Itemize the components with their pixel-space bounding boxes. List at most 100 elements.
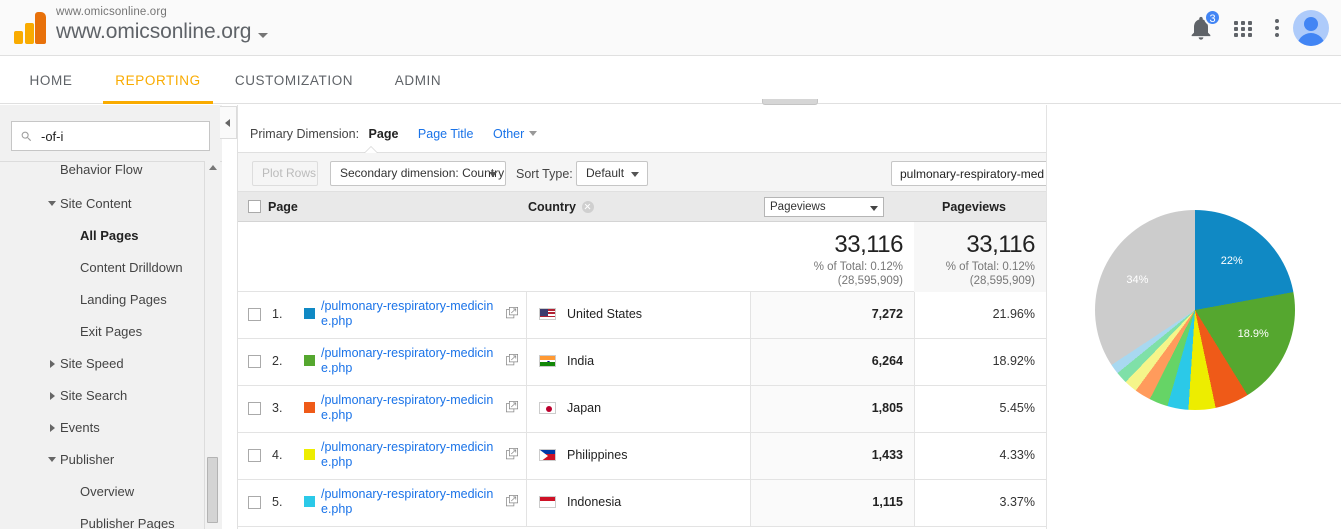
sidebar-item-site-speed[interactable]: Site Speed [0,348,200,380]
apps-grid-icon[interactable] [1229,14,1257,42]
sidebar-search-input[interactable] [39,122,204,150]
sidebar-scrollbar-thumb[interactable] [207,457,218,523]
totals-pageviews-value: 33,116 [834,231,903,258]
sidebar-menu: Behavior Flow Site Content All Pages Con… [0,161,222,529]
contribution-cell: 21.96% [914,292,1046,338]
tab-home[interactable]: HOME [26,56,76,104]
pageviews-cell: 1,115 [750,480,914,526]
row-index: 4. [272,448,283,462]
user-avatar[interactable] [1293,10,1329,46]
totals-pageviews-pct: % of Total: 0.12% [813,261,903,273]
primary-dimension-page[interactable]: Page [369,127,399,141]
sidebar-item-label: Site Search [60,388,128,403]
row-checkbox[interactable] [248,402,261,415]
sort-type-label: Sort Type: [516,167,573,181]
sidebar-search-box[interactable] [11,121,210,151]
row-checkbox[interactable] [248,355,261,368]
primary-dimension-pointer [365,147,377,153]
sidebar-item-label: Content Drilldown [80,260,183,275]
sidebar-item-label: Site Content [60,196,132,211]
sidebar-collapse-button[interactable] [220,106,237,139]
column-header-page[interactable]: Page [268,200,298,214]
open-in-new-window-icon[interactable] [506,495,518,507]
sidebar-item-behavior-flow[interactable]: Behavior Flow [0,162,200,186]
account-title[interactable]: www.omicsonline.org [56,20,251,44]
google-analytics-logo-icon [14,12,48,44]
plot-rows-button[interactable]: Plot Rows [252,161,318,186]
row-checkbox[interactable] [248,449,261,462]
sort-type-value: Default [586,166,625,180]
contribution-cell: 5.45% [914,386,1046,432]
account-subtitle: www.omicsonline.org [56,6,167,18]
scroll-up-arrow-icon[interactable] [209,165,217,170]
page-url-link[interactable]: /pulmonary-respiratory-medicine.php [321,299,501,329]
pageviews-cell: 1,433 [750,433,914,479]
sidebar-item-publisher-pages[interactable]: Publisher Pages [0,508,200,529]
country-cell: Indonesia [526,480,750,526]
open-in-new-window-icon[interactable] [506,401,518,413]
country-cell: Japan [526,386,750,432]
column-header-pageviews[interactable]: Pageviews [942,200,1006,214]
sidebar-item-landing-pages[interactable]: Landing Pages [0,284,200,316]
chevron-down-icon[interactable] [529,131,538,136]
metric-selector[interactable]: Pageviews [764,197,884,217]
flag-icon [539,402,556,414]
sidebar-item-exit-pages[interactable]: Exit Pages [0,316,200,348]
pageviews-cell: 6,264 [750,339,914,385]
totals-pageviews-cell: 33,116 % of Total: 0.12% (28,595,909) [750,222,914,292]
sidebar-item-publisher[interactable]: Publisher [0,444,200,476]
page-url-link[interactable]: /pulmonary-respiratory-medicine.php [321,440,501,470]
search-icon [21,131,32,142]
remove-secondary-dimension-icon[interactable] [581,201,594,213]
sidebar-item-content-drilldown[interactable]: Content Drilldown [0,252,200,284]
more-options-icon[interactable] [1263,14,1291,42]
series-color-swatch [304,496,315,507]
row-checkbox[interactable] [248,308,261,321]
chevron-down-icon [870,206,878,211]
account-chevron-down-icon[interactable] [258,33,268,38]
row-checkbox[interactable] [248,496,261,509]
row-index: 1. [272,307,283,321]
flag-icon [539,449,556,461]
report-search-input[interactable] [898,162,1046,185]
pie-slice-label-india: 18.9% [1237,328,1269,341]
tab-customization[interactable]: CUSTOMIZATION [232,56,356,104]
tab-admin[interactable]: ADMIN [390,56,446,104]
series-color-swatch [304,402,315,413]
report-search-box[interactable] [891,161,1071,186]
primary-dimension-other[interactable]: Other [493,127,524,141]
sidebar-item-all-pages[interactable]: All Pages [0,220,200,252]
pageviews-cell: 1,805 [750,386,914,432]
app-header: www.omicsonline.org www.omicsonline.org … [0,0,1341,56]
tab-reporting[interactable]: REPORTING [103,56,213,104]
page-url-link[interactable]: /pulmonary-respiratory-medicine.php [321,346,501,376]
chevron-down-icon [631,172,639,177]
open-in-new-window-icon[interactable] [506,307,518,319]
sidebar-item-site-search[interactable]: Site Search [0,380,200,412]
open-in-new-window-icon[interactable] [506,354,518,366]
secondary-dimension-label: Secondary dimension: Country [340,166,505,180]
sidebar-scrollbar[interactable] [204,161,220,529]
secondary-dimension-button[interactable]: Secondary dimension: Country [330,161,506,186]
sort-type-button[interactable]: Default [576,161,648,186]
pageviews-cell: 7,272 [750,292,914,338]
column-header-country-label: Country [528,200,576,214]
sidebar-item-site-content[interactable]: Site Content [0,188,200,220]
sidebar-item-overview[interactable]: Overview [0,476,200,508]
country-cell: Philippines [526,433,750,479]
select-all-checkbox[interactable] [248,200,261,213]
open-in-new-window-icon[interactable] [506,448,518,460]
sidebar-item-events[interactable]: Events [0,412,200,444]
sidebar-item-label: Landing Pages [80,292,167,307]
country-name: India [567,354,595,368]
page-url-link[interactable]: /pulmonary-respiratory-medicine.php [321,487,501,517]
pie-slice-label-other: 34% [1126,273,1149,286]
column-header-country[interactable]: Country [528,200,594,214]
page-url-link[interactable]: /pulmonary-respiratory-medicine.php [321,393,501,423]
sidebar-item-label: Publisher [60,452,115,467]
country-cell: United States [526,292,750,338]
notification-count-badge: 3 [1204,9,1221,26]
primary-dimension-page-title[interactable]: Page Title [418,127,474,141]
pie-chart-graphic[interactable] [1095,210,1295,410]
sidebar-item-label: Overview [80,484,135,499]
